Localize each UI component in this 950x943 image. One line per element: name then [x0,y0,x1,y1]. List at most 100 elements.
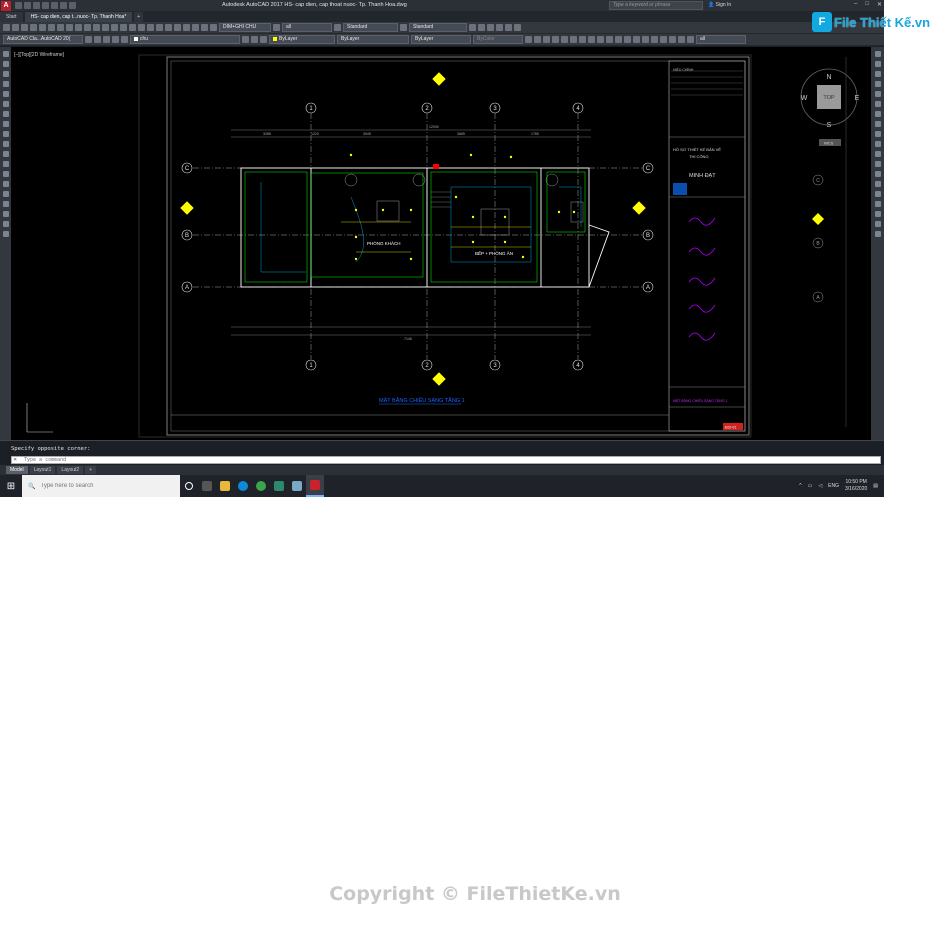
autocad-logo-icon[interactable]: A [1,0,11,11]
chamfer-icon[interactable] [874,181,881,187]
compass-south[interactable]: S [827,122,832,129]
compass-east[interactable]: E [855,95,860,102]
insert-block-icon[interactable] [2,161,9,167]
preview-icon[interactable] [39,24,46,31]
layer-select[interactable]: chu [130,35,240,44]
leader-remove-icon[interactable] [496,24,503,31]
make-block-icon[interactable] [615,36,622,43]
trim-icon[interactable] [874,141,881,147]
point-icon[interactable] [2,181,9,187]
volume-icon[interactable]: ◁ [818,483,822,489]
explode-icon[interactable] [874,201,881,207]
cut-icon[interactable] [57,24,64,31]
tab-start[interactable]: Start [0,12,23,22]
design-center-icon[interactable] [156,24,163,31]
osnap-icon[interactable] [874,211,881,217]
paint-icon[interactable] [288,475,306,497]
new-icon[interactable] [15,2,22,9]
print-icon[interactable] [30,24,37,31]
point-icon[interactable] [624,36,631,43]
extend-icon[interactable] [874,151,881,157]
hatch-icon[interactable] [633,36,640,43]
undo-icon[interactable] [93,24,100,31]
revcloud-icon[interactable] [579,36,586,43]
undo-icon[interactable] [60,2,67,9]
move-icon[interactable] [874,101,881,107]
region-icon[interactable] [651,36,658,43]
cortana-icon[interactable] [180,475,198,497]
add-selected-icon[interactable] [678,36,685,43]
workspace-select[interactable]: AutoCAD Cla...AutoCAD 20( [3,35,83,44]
skype-icon[interactable] [234,475,252,497]
minimize-button[interactable]: – [854,1,857,8]
array-icon[interactable] [874,91,881,97]
circle-icon[interactable] [2,111,9,117]
layer-filter-select[interactable]: all [282,23,332,32]
save-icon[interactable] [21,24,28,31]
tab-drawing[interactable]: HS- cap dien, cap t...nuoc- Tp. Thanh Ho… [24,12,133,22]
zoom-realtime-icon[interactable] [120,24,127,31]
zoom-window-icon[interactable] [129,24,136,31]
color-select[interactable]: ByLayer [269,35,335,44]
network-icon[interactable]: ▭ [808,483,813,489]
erase-icon[interactable] [874,51,881,57]
sheet-set-icon[interactable] [174,24,181,31]
quickcalc-icon[interactable] [192,24,199,31]
plotstyle-select[interactable]: ByColor [473,35,523,44]
scale-icon[interactable] [874,121,881,127]
redo-icon[interactable] [102,24,109,31]
language-indicator[interactable]: ENG [828,483,839,489]
lock-icon[interactable] [121,36,128,43]
windows-start-icon[interactable]: ⊞ [0,475,22,497]
linetype-select[interactable]: ByLayer [337,35,409,44]
tab-layout1[interactable]: Layout1 [29,466,56,474]
app-icon[interactable] [270,475,288,497]
mirror-icon[interactable] [874,71,881,77]
compass-west[interactable]: W [801,95,808,102]
publish-icon[interactable] [48,24,55,31]
tool-palettes-icon[interactable] [165,24,172,31]
table-icon[interactable] [2,221,9,227]
file-explorer-icon[interactable] [216,475,234,497]
new-tab-button[interactable]: + [134,12,144,22]
line-icon[interactable] [525,36,532,43]
help-icon[interactable] [201,24,208,31]
taskbar-search[interactable]: 🔍 [22,475,180,497]
stretch-icon[interactable] [874,131,881,137]
hatch-icon[interactable] [2,191,9,197]
fillet-icon[interactable] [874,191,881,197]
offset-icon[interactable] [874,81,881,87]
close-command-icon[interactable]: ✕ [13,457,17,463]
arc-icon[interactable] [2,101,9,107]
osnap-endpoint-icon[interactable] [874,221,881,227]
gradient-icon[interactable] [642,36,649,43]
multileader-icon[interactable] [469,24,476,31]
properties-icon[interactable] [147,24,154,31]
mtext-icon[interactable] [2,231,9,237]
pan-icon[interactable] [111,24,118,31]
ellipse-icon[interactable] [2,141,9,147]
line-icon[interactable] [2,51,9,57]
zoom-previous-icon[interactable] [138,24,145,31]
paste-icon[interactable] [75,24,82,31]
markup-icon[interactable] [183,24,190,31]
rectangle-icon[interactable] [2,91,9,97]
mtext-icon[interactable] [669,36,676,43]
rotate-icon[interactable] [874,111,881,117]
osnap-midpoint-icon[interactable] [874,231,881,237]
ellipse-arc-icon[interactable] [2,151,9,157]
circle-icon[interactable] [570,36,577,43]
construction-line-icon[interactable] [2,61,9,67]
polygon-icon[interactable] [543,36,550,43]
table-style-select[interactable]: Standard [409,23,467,32]
plot-icon[interactable] [51,2,58,9]
table-icon[interactable] [660,36,667,43]
polyline-icon[interactable] [534,36,541,43]
arc-icon[interactable] [561,36,568,43]
clock[interactable]: 10:50 PM 3/16/2020 [845,479,867,493]
saveas-icon[interactable] [42,2,49,9]
copy-icon[interactable] [874,61,881,67]
gear-icon[interactable] [85,36,92,43]
drawing-canvas[interactable]: [–][Top][2D Wireframe] HIỆU CHỈNH HỒ SƠ … [11,47,871,440]
spline-icon[interactable] [2,131,9,137]
